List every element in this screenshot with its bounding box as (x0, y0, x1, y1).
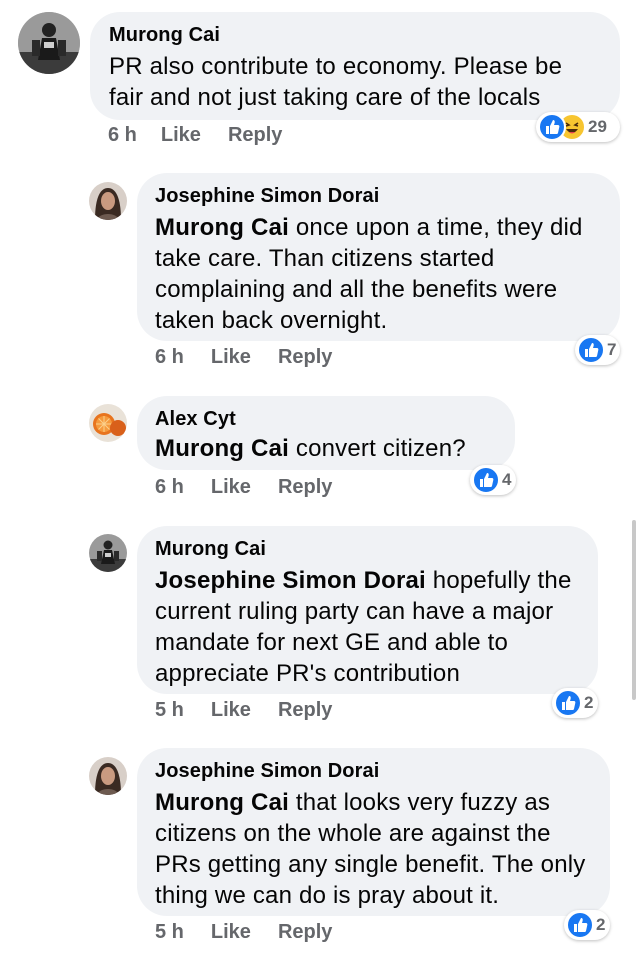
comment-bubble: Josephine Simon Dorai Murong Cai that lo… (137, 748, 610, 916)
reaction-summary[interactable]: 7 (575, 335, 620, 365)
comment-author[interactable]: Murong Cai (109, 23, 602, 47)
like-icon (577, 336, 605, 364)
comment-actions: 5 h Like Reply (155, 699, 332, 722)
comment-actions: 6 h Like Reply (155, 476, 332, 499)
reaction-count: 29 (588, 117, 607, 136)
comment-body: PR also contribute to economy. Please be… (109, 53, 563, 111)
comment-author[interactable]: Josephine Simon Dorai (155, 184, 602, 208)
comment-text: PR also contribute to economy. Please be… (109, 51, 602, 113)
comment-text: Murong Cai once upon a time, they did ta… (155, 212, 602, 336)
comment-timestamp[interactable]: 5 h (155, 699, 184, 722)
like-icon (554, 689, 582, 717)
reply-button[interactable]: Reply (228, 124, 282, 147)
comment-actions: 6 h Like Reply (108, 124, 282, 147)
reply-button[interactable]: Reply (278, 476, 332, 499)
comment-timestamp[interactable]: 6 h (155, 346, 184, 369)
mention-link[interactable]: Murong Cai (155, 214, 289, 241)
like-button[interactable]: Like (211, 346, 251, 369)
like-button[interactable]: Like (211, 921, 251, 944)
mention-link[interactable]: Josephine Simon Dorai (155, 567, 426, 594)
comment-bubble: Josephine Simon Dorai Murong Cai once up… (137, 173, 620, 341)
comment-body: convert citizen? (289, 435, 466, 462)
reaction-summary[interactable]: 2 (552, 688, 598, 718)
avatar-murong-cai[interactable] (89, 534, 127, 572)
reaction-count: 2 (584, 693, 594, 712)
comment-timestamp[interactable]: 5 h (155, 921, 184, 944)
comment-text: Murong Cai that looks very fuzzy as citi… (155, 787, 592, 911)
reaction-count: 2 (596, 915, 606, 934)
reaction-summary[interactable]: 29 (536, 112, 620, 142)
comment-actions: 5 h Like Reply (155, 921, 332, 944)
avatar-murong-cai[interactable] (18, 12, 80, 74)
comment-bubble: Alex Cyt Murong Cai convert citizen? (137, 396, 515, 470)
avatar-josephine-simon-dorai[interactable] (89, 182, 127, 220)
like-icon (538, 113, 566, 141)
mention-link[interactable]: Murong Cai (155, 789, 289, 816)
comment-text: Josephine Simon Dorai hopefully the curr… (155, 565, 580, 689)
reply-button[interactable]: Reply (278, 699, 332, 722)
like-icon (472, 466, 500, 494)
comment-timestamp[interactable]: 6 h (108, 124, 137, 147)
comment-timestamp[interactable]: 6 h (155, 476, 184, 499)
reaction-summary[interactable]: 4 (470, 465, 516, 495)
reply-button[interactable]: Reply (278, 921, 332, 944)
like-button[interactable]: Like (211, 699, 251, 722)
comment-bubble: Murong Cai PR also contribute to economy… (90, 12, 620, 120)
like-button[interactable]: Like (211, 476, 251, 499)
like-button[interactable]: Like (161, 124, 201, 147)
comment-actions: 6 h Like Reply (155, 346, 332, 369)
comment-thread: Murong Cai PR also contribute to economy… (0, 0, 640, 960)
comment-bubble: Murong Cai Josephine Simon Dorai hopeful… (137, 526, 598, 694)
avatar-alex-cyt[interactable] (89, 404, 127, 442)
reaction-count: 4 (502, 470, 512, 489)
scrollbar[interactable] (632, 520, 636, 700)
like-icon (566, 911, 594, 939)
reaction-count: 7 (607, 340, 617, 359)
mention-link[interactable]: Murong Cai (155, 435, 289, 462)
avatar-josephine-simon-dorai[interactable] (89, 757, 127, 795)
comment-author[interactable]: Josephine Simon Dorai (155, 759, 592, 783)
comment-text: Murong Cai convert citizen? (155, 433, 497, 464)
reaction-summary[interactable]: 2 (564, 910, 610, 940)
comment-author[interactable]: Murong Cai (155, 537, 580, 561)
reply-button[interactable]: Reply (278, 346, 332, 369)
comment-author[interactable]: Alex Cyt (155, 407, 497, 431)
